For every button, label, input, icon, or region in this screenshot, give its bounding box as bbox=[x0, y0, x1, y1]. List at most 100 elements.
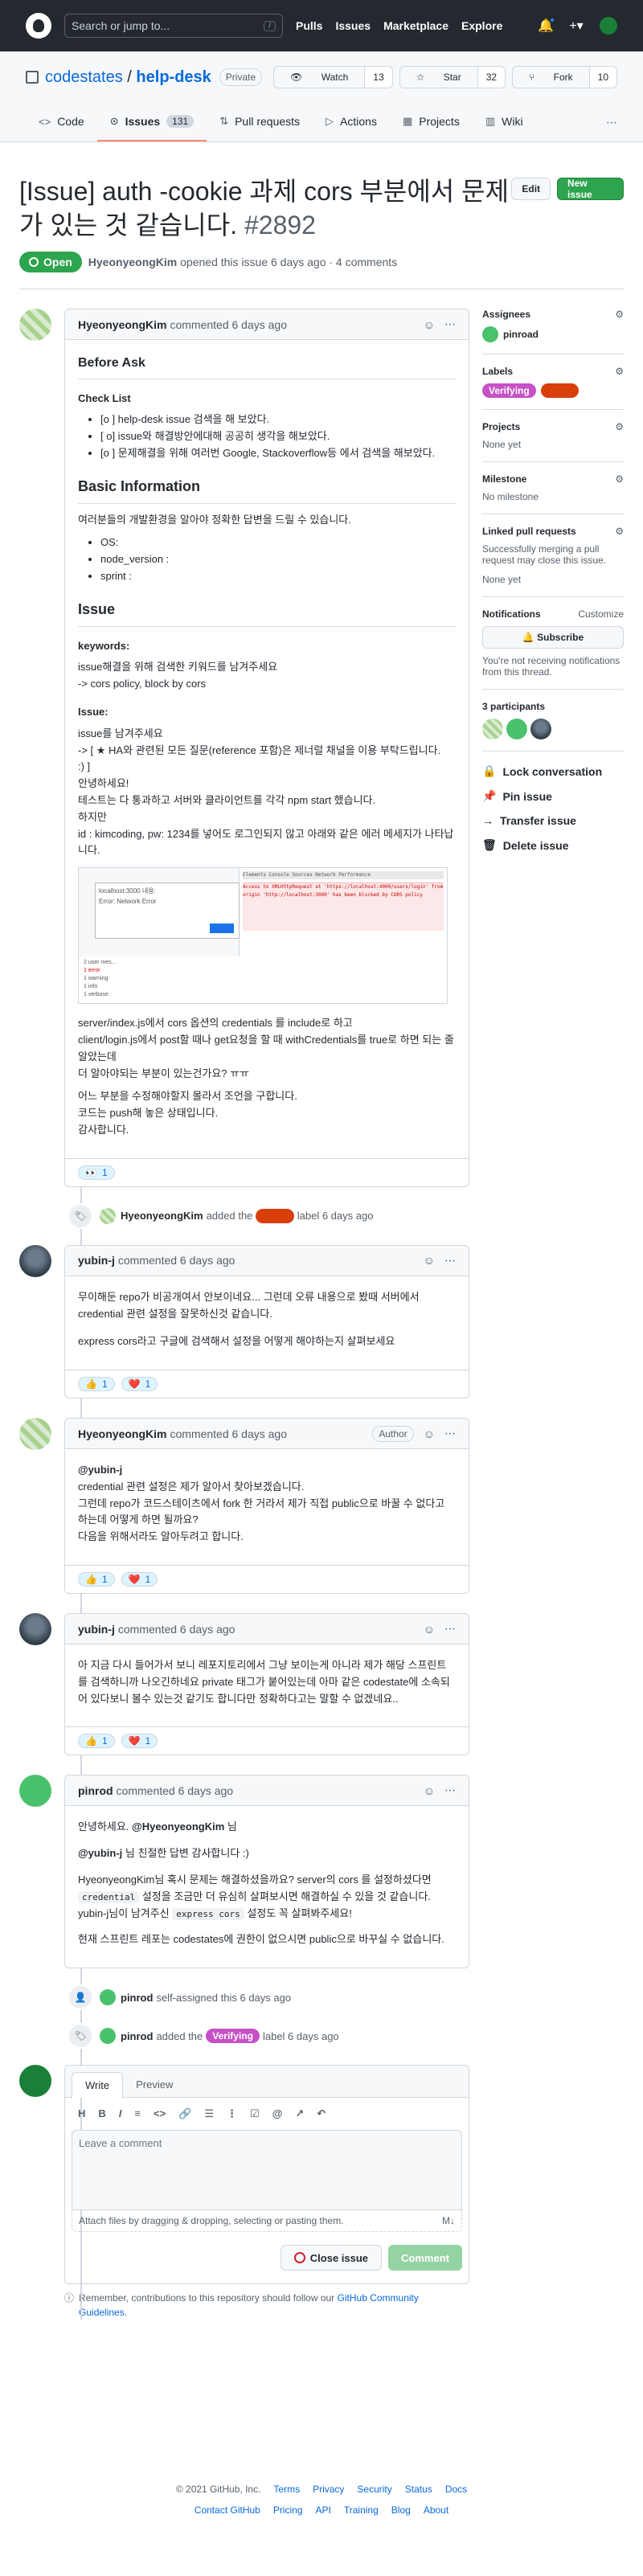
code-icon[interactable]: <> bbox=[154, 2107, 166, 2120]
footer-link[interactable]: About bbox=[424, 2504, 448, 2516]
label-badge[interactable]: Label bbox=[256, 1208, 294, 1223]
footer-link[interactable]: API bbox=[316, 2504, 331, 2516]
tab-actions[interactable]: ▷ Actions bbox=[313, 103, 390, 141]
kebab-menu-icon[interactable]: ⋯ bbox=[444, 317, 456, 331]
close-issue-button[interactable]: Close issue bbox=[280, 2245, 383, 2271]
lock-conversation-button[interactable]: 🔒 Lock conversation bbox=[482, 764, 624, 778]
reaction-thumbs-up[interactable]: 👍 1 bbox=[78, 1377, 115, 1392]
quote-icon[interactable]: ≡ bbox=[134, 2107, 141, 2120]
kebab-menu-icon[interactable]: ⋯ bbox=[444, 1254, 456, 1268]
footer-link[interactable]: Training bbox=[344, 2504, 379, 2516]
avatar[interactable] bbox=[19, 1613, 51, 1646]
comment-author[interactable]: yubin-j bbox=[78, 1254, 115, 1267]
reaction-heart[interactable]: ❤️ 1 bbox=[121, 1734, 158, 1749]
gear-icon[interactable]: ⚙ bbox=[615, 366, 624, 377]
error-screenshot-image[interactable]: localhost:3000 내용: Error: Network Error … bbox=[78, 867, 448, 1005]
footer-link[interactable]: Pricing bbox=[273, 2504, 303, 2516]
star-button[interactable]: ☆ Star 32 bbox=[399, 66, 506, 88]
gear-icon[interactable]: ⚙ bbox=[615, 526, 624, 537]
avatar[interactable] bbox=[19, 1244, 51, 1277]
heading-icon[interactable]: H bbox=[78, 2107, 85, 2120]
tab-code[interactable]: <> Code bbox=[26, 103, 97, 141]
label-badge[interactable]: Verifying bbox=[206, 2029, 260, 2044]
avatar[interactable] bbox=[530, 719, 551, 739]
gear-icon[interactable]: ⚙ bbox=[615, 309, 624, 320]
avatar[interactable] bbox=[19, 309, 51, 341]
tab-projects[interactable]: ▦ Projects bbox=[390, 103, 473, 141]
tab-preview[interactable]: Preview bbox=[123, 2072, 186, 2097]
more-icon[interactable]: ⋯ bbox=[606, 103, 617, 141]
avatar[interactable] bbox=[19, 1418, 51, 1451]
reaction-heart[interactable]: ❤️ 1 bbox=[121, 1377, 158, 1392]
footer-link[interactable]: Security bbox=[357, 2484, 391, 2495]
label-badge[interactable]: Label bbox=[540, 383, 580, 398]
reaction-heart[interactable]: ❤️ 1 bbox=[121, 1572, 158, 1587]
link-icon[interactable]: 🔗 bbox=[178, 2107, 191, 2120]
label-badge[interactable]: Verifying bbox=[482, 383, 536, 398]
undo-icon[interactable]: ↶ bbox=[317, 2107, 326, 2120]
event-actor[interactable]: pinrod bbox=[121, 2030, 153, 2042]
footer-link[interactable]: Blog bbox=[391, 2504, 411, 2516]
avatar[interactable] bbox=[100, 1207, 116, 1224]
subscribe-button[interactable]: 🔔 Subscribe bbox=[482, 626, 624, 649]
add-reaction-icon[interactable]: ☺ bbox=[424, 1427, 435, 1440]
tab-pull-requests[interactable]: ⇅ Pull requests bbox=[207, 103, 313, 141]
italic-icon[interactable]: I bbox=[119, 2107, 122, 2120]
avatar[interactable] bbox=[482, 719, 503, 739]
kebab-menu-icon[interactable]: ⋯ bbox=[444, 1622, 456, 1636]
add-reaction-icon[interactable]: ☺ bbox=[424, 1784, 435, 1797]
footer-link[interactable]: Contact GitHub bbox=[195, 2504, 260, 2516]
comment-author[interactable]: HyeonyeongKim bbox=[78, 1427, 166, 1440]
event-actor[interactable]: HyeonyeongKim bbox=[121, 1210, 203, 1222]
new-issue-button[interactable]: New issue bbox=[557, 178, 624, 200]
notification-bell-icon[interactable]: 🔔 bbox=[538, 17, 555, 33]
tab-issues[interactable]: ⊙ Issues 131 bbox=[96, 103, 207, 141]
numbered-list-icon[interactable]: ⋮ bbox=[227, 2107, 237, 2120]
add-reaction-icon[interactable]: ☺ bbox=[424, 1623, 435, 1636]
comment-time[interactable]: commented 6 days ago bbox=[118, 1623, 235, 1636]
github-logo-icon[interactable] bbox=[26, 13, 51, 39]
footer-link[interactable]: Privacy bbox=[313, 2484, 344, 2495]
bold-icon[interactable]: B bbox=[98, 2107, 105, 2120]
comment-author[interactable]: yubin-j bbox=[78, 1623, 115, 1636]
nav-pulls[interactable]: Pulls bbox=[296, 19, 322, 32]
edit-button[interactable]: Edit bbox=[511, 178, 551, 200]
tab-wiki[interactable]: ▥ Wiki bbox=[473, 103, 536, 141]
customize-link[interactable]: Customize bbox=[578, 608, 624, 620]
user-avatar[interactable] bbox=[600, 17, 617, 35]
reference-icon[interactable]: ↗ bbox=[295, 2107, 304, 2120]
kebab-menu-icon[interactable]: ⋯ bbox=[444, 1427, 456, 1440]
delete-issue-button[interactable]: 🗑 Delete issue bbox=[482, 838, 624, 852]
fork-button[interactable]: ⑂ Fork 10 bbox=[512, 66, 617, 88]
comment-button[interactable]: Comment bbox=[388, 2245, 462, 2271]
footer-link[interactable]: Status bbox=[405, 2484, 432, 2495]
bulleted-list-icon[interactable]: ☰ bbox=[204, 2107, 214, 2120]
issue-author[interactable]: HyeonyeongKim bbox=[88, 256, 177, 268]
mention-link[interactable]: @HyeonyeongKim bbox=[132, 1820, 224, 1833]
tab-write[interactable]: Write bbox=[72, 2072, 124, 2099]
mention-link[interactable]: @yubin-j bbox=[78, 1464, 122, 1476]
comment-time[interactable]: commented 6 days ago bbox=[170, 1427, 287, 1440]
reaction-thumbs-up[interactable]: 👍 1 bbox=[78, 1734, 115, 1749]
attach-files-zone[interactable]: Attach files by dragging & dropping, sel… bbox=[72, 2210, 462, 2233]
comment-time[interactable]: commented 6 days ago bbox=[170, 318, 287, 331]
comment-author[interactable]: HyeonyeongKim bbox=[78, 318, 166, 331]
mention-link[interactable]: @yubin-j bbox=[78, 1847, 122, 1859]
avatar[interactable] bbox=[482, 326, 498, 342]
reaction-eyes[interactable]: 👀 1 bbox=[78, 1165, 115, 1180]
repo-name-link[interactable]: help-desk bbox=[136, 68, 211, 86]
footer-link[interactable]: Terms bbox=[273, 2484, 300, 2495]
mention-icon[interactable]: @ bbox=[272, 2107, 283, 2120]
avatar[interactable] bbox=[100, 1989, 116, 2006]
comment-textarea[interactable]: Leave a comment bbox=[72, 2130, 462, 2211]
pin-issue-button[interactable]: 📌 Pin issue bbox=[482, 789, 624, 803]
nav-issues[interactable]: Issues bbox=[335, 19, 371, 32]
repo-owner-link[interactable]: codestates bbox=[45, 68, 123, 86]
footer-link[interactable]: Docs bbox=[445, 2484, 467, 2495]
kebab-menu-icon[interactable]: ⋯ bbox=[444, 1784, 456, 1797]
create-new-plus-icon[interactable]: +▾ bbox=[569, 18, 584, 33]
comment-author[interactable]: pinrod bbox=[78, 1784, 113, 1797]
task-list-icon[interactable]: ☑ bbox=[250, 2107, 260, 2120]
nav-explore[interactable]: Explore bbox=[461, 19, 502, 32]
comment-time[interactable]: commented 6 days ago bbox=[117, 1784, 234, 1797]
